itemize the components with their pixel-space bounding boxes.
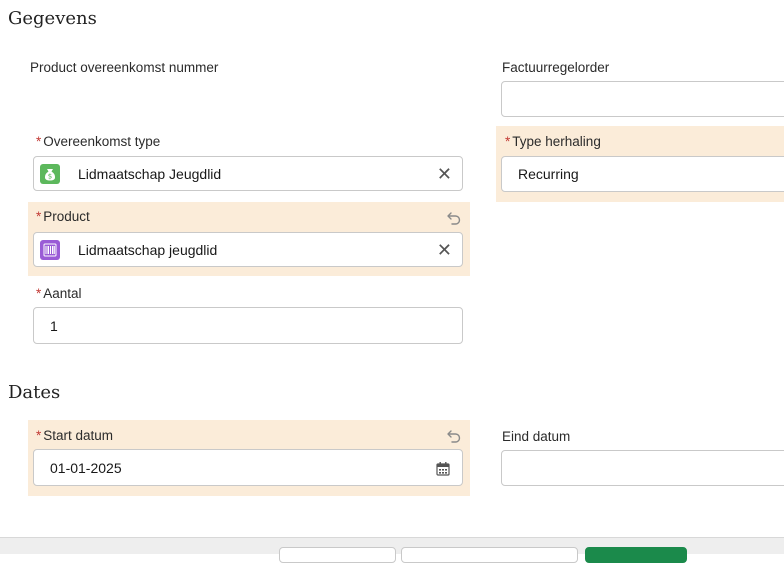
start-datum-input[interactable]: 01-01-2025: [33, 449, 463, 486]
type-herhaling-select[interactable]: Recurring: [501, 156, 784, 192]
start-datum-label-text: Start datum: [43, 428, 114, 443]
start-datum-value: 01-01-2025: [50, 459, 122, 476]
overeenkomst-type-value: Lidmaatschap Jeugdlid: [78, 165, 222, 182]
type-herhaling-label-text: Type herhaling: [512, 134, 601, 149]
required-marker: *: [36, 209, 42, 224]
required-marker: *: [36, 134, 42, 149]
overeenkomst-type-lookup[interactable]: $ Lidmaatschap Jeugdlid ✕: [33, 156, 463, 191]
footer-button-2[interactable]: [401, 547, 578, 563]
product-label-text: Product: [43, 209, 90, 224]
undo-icon[interactable]: [446, 209, 462, 225]
footer-primary-button[interactable]: [585, 547, 687, 563]
aantal-label: * Aantal: [36, 286, 82, 301]
section-title-dates: Dates: [8, 382, 61, 403]
clear-overeenkomst-type-icon[interactable]: ✕: [437, 165, 452, 183]
aantal-label-text: Aantal: [43, 286, 82, 301]
factuurregelorder-label: Factuurregelorder: [502, 60, 610, 75]
eind-datum-label: Eind datum: [502, 429, 571, 444]
aantal-value: 1: [50, 317, 58, 334]
svg-text:$: $: [48, 172, 52, 180]
required-marker: *: [36, 286, 42, 301]
factuurregelorder-input[interactable]: [501, 81, 784, 117]
product-value: Lidmaatschap jeugdlid: [78, 241, 218, 258]
type-herhaling-label: * Type herhaling: [505, 134, 601, 149]
barcode-icon: [40, 239, 60, 260]
overeenkomst-type-label: * Overeenkomst type: [36, 134, 160, 149]
undo-icon[interactable]: [446, 427, 462, 443]
eind-datum-input[interactable]: [501, 450, 784, 486]
overeenkomst-type-label-text: Overeenkomst type: [43, 134, 161, 149]
calendar-icon[interactable]: [436, 461, 450, 476]
product-nummer-label: Product overeenkomst nummer: [30, 60, 219, 75]
section-title-gegevens: Gegevens: [8, 8, 97, 29]
required-marker: *: [505, 134, 511, 149]
clear-product-icon[interactable]: ✕: [437, 241, 452, 259]
money-bag-icon: $: [40, 163, 60, 184]
footer-button-1[interactable]: [279, 547, 396, 563]
start-datum-label: * Start datum: [36, 428, 113, 443]
aantal-input[interactable]: 1: [33, 307, 463, 344]
type-herhaling-value: Recurring: [518, 166, 579, 182]
product-lookup[interactable]: Lidmaatschap jeugdlid ✕: [33, 232, 463, 267]
product-label: * Product: [36, 209, 90, 224]
required-marker: *: [36, 428, 42, 443]
